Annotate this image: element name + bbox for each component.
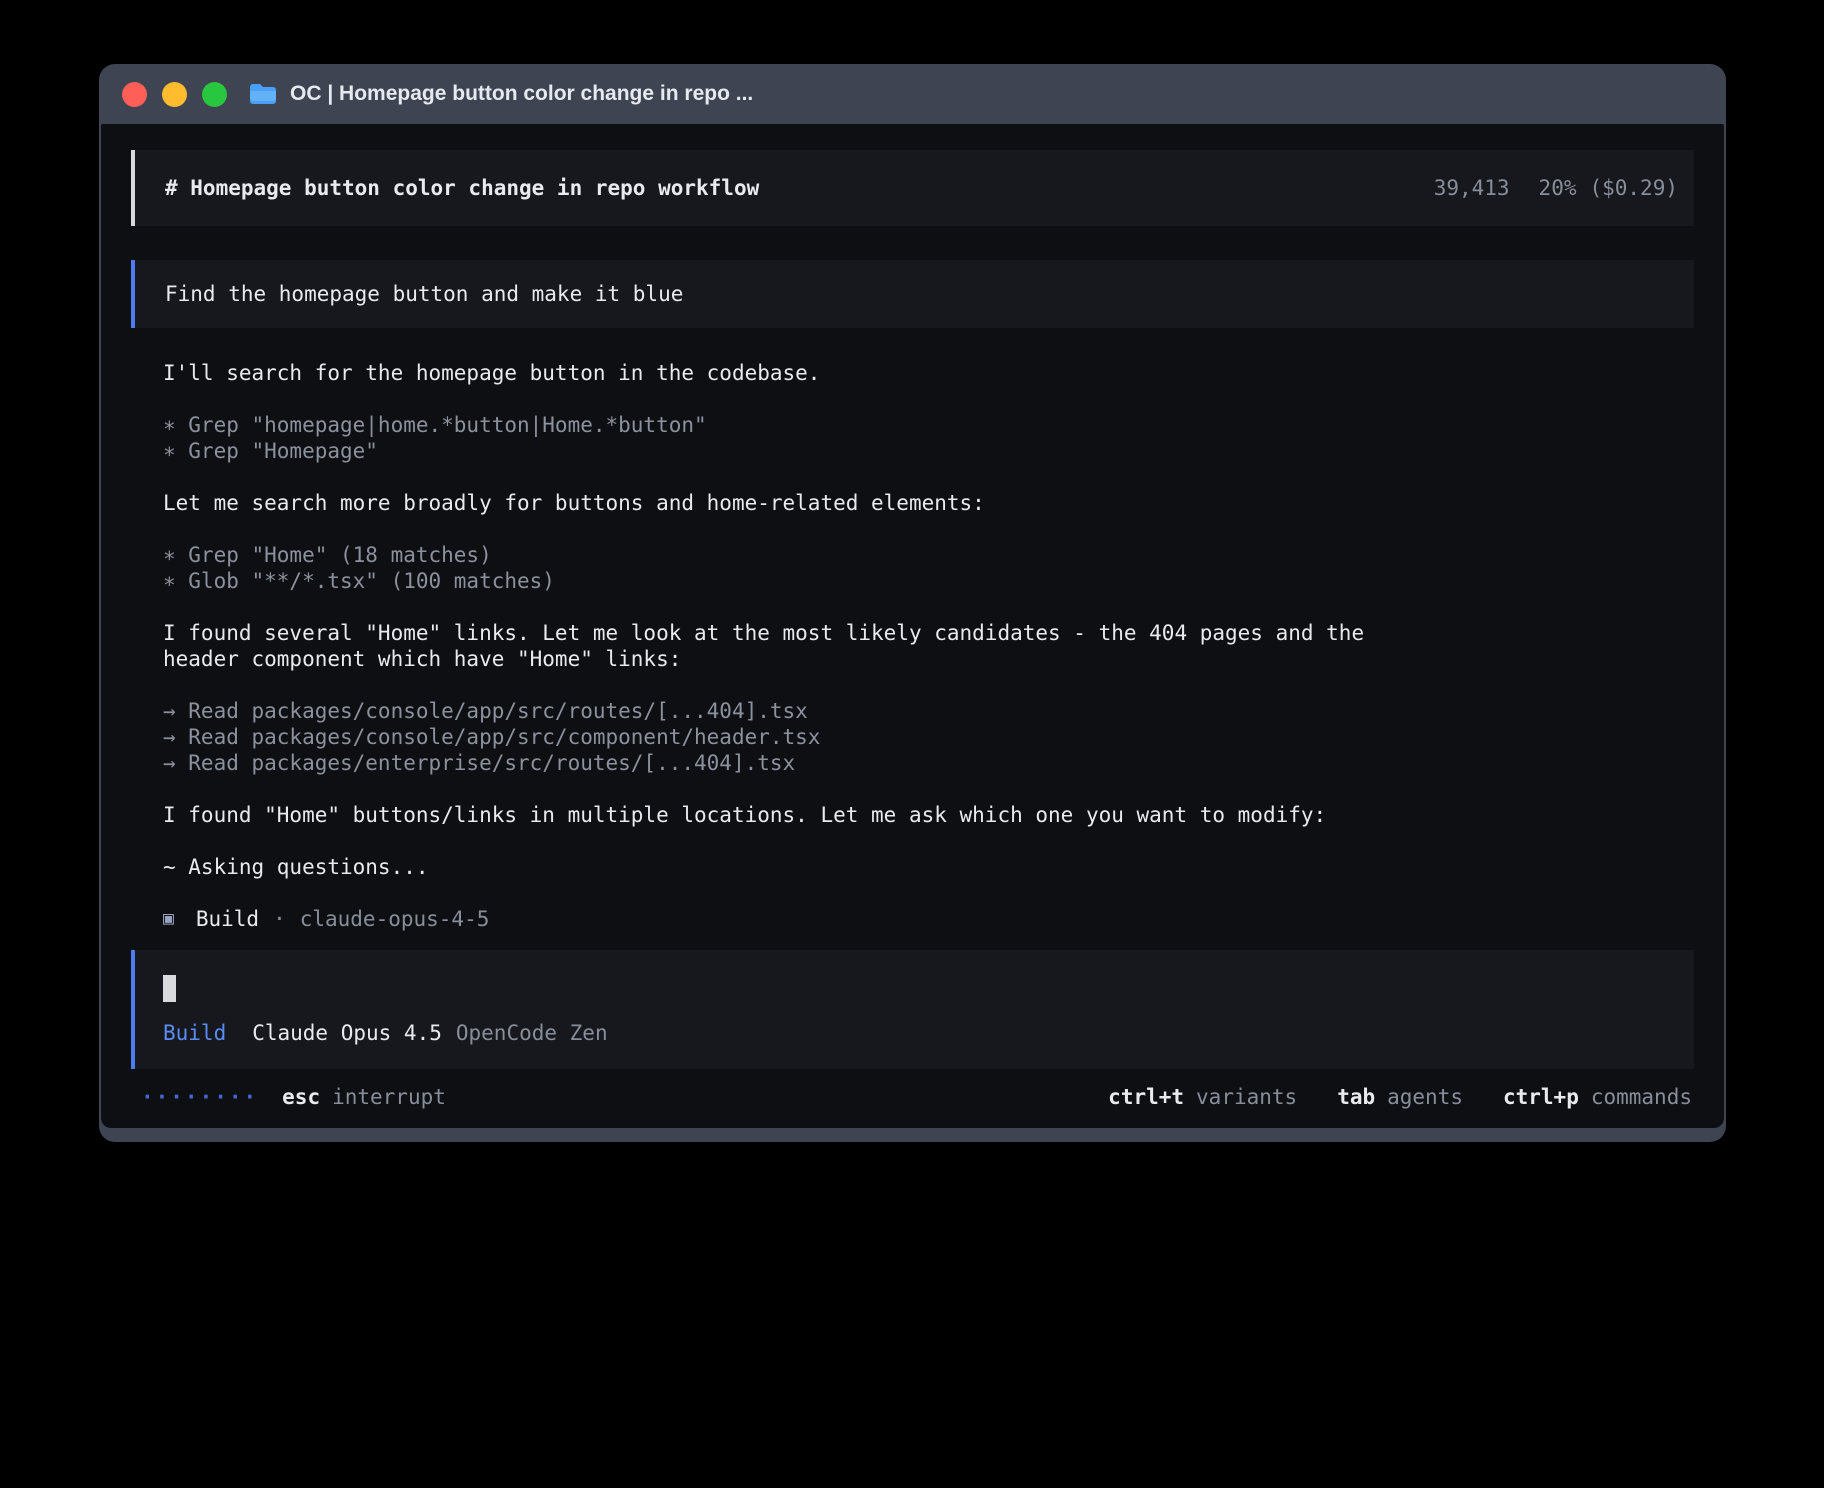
hint-commands: ctrl+p commands — [1503, 1084, 1692, 1110]
session-cost: ($0.29) — [1589, 175, 1678, 201]
input-model: Claude Opus 4.5 — [252, 1020, 442, 1046]
hint-variants: ctrl+t variants — [1108, 1084, 1297, 1110]
terminal-window: OC | Homepage button color change in rep… — [99, 64, 1726, 1142]
assistant-text: I'll search for the homepage button in t… — [163, 360, 1405, 386]
minimize-button[interactable] — [162, 82, 187, 107]
esc-key: esc — [282, 1084, 320, 1110]
input-mode: Build — [163, 1020, 226, 1046]
session-stats: 39,413 20% ($0.29) — [1434, 175, 1678, 201]
user-message-text: Find the homepage button and make it blu… — [165, 281, 683, 307]
agent-model: claude-opus-4-5 — [300, 906, 490, 932]
assistant-text: I found several "Home" links. Let me loo… — [163, 620, 1405, 672]
user-message: Find the homepage button and make it blu… — [131, 260, 1694, 328]
assistant-text: Let me search more broadly for buttons a… — [163, 490, 1405, 516]
window-title-group: OC | Homepage button color change in rep… — [249, 82, 753, 106]
input-provider: OpenCode Zen — [456, 1020, 608, 1046]
terminal-content: # Homepage button color change in repo w… — [101, 124, 1724, 1128]
text-cursor — [163, 975, 176, 1002]
tool-call-read: → Read packages/enterprise/src/routes/[.… — [163, 750, 1405, 776]
tool-call-group: → Read packages/console/app/src/routes/[… — [163, 698, 1405, 776]
session-header: # Homepage button color change in repo w… — [131, 150, 1694, 226]
status-bar: ········ esc interrupt ctrl+t variants t… — [131, 1084, 1694, 1110]
tool-call-glob: ∗ Glob "**/*.tsx" (100 matches) — [163, 568, 1405, 594]
context-percent: 20% — [1539, 175, 1577, 201]
window-title: OC | Homepage button color change in rep… — [290, 82, 753, 106]
close-button[interactable] — [122, 82, 147, 107]
tool-call-grep: ∗ Grep "Home" (18 matches) — [163, 542, 1405, 568]
keyboard-hints: ctrl+t variants tab agents ctrl+p comman… — [1108, 1084, 1692, 1110]
tool-call-read: → Read packages/console/app/src/componen… — [163, 724, 1405, 750]
agent-name: Build — [196, 906, 259, 932]
token-count: 39,413 — [1434, 175, 1510, 201]
tool-call-grep: ∗ Grep "Homepage" — [163, 438, 1405, 464]
hint-agents: tab agents — [1337, 1084, 1463, 1110]
spinner-icon: ········ — [141, 1084, 258, 1110]
tool-call-group: ∗ Grep "Home" (18 matches) ∗ Glob "**/*.… — [163, 542, 1405, 594]
agent-separator: · — [273, 906, 286, 932]
prompt-input[interactable]: Build Claude Opus 4.5 OpenCode Zen — [131, 950, 1694, 1069]
transcript: I'll search for the homepage button in t… — [131, 360, 1694, 932]
tool-call-read: → Read packages/console/app/src/routes/[… — [163, 698, 1405, 724]
agent-icon: ▣ — [163, 906, 174, 932]
session-title: # Homepage button color change in repo w… — [165, 175, 759, 201]
asking-questions-status: ~ Asking questions... — [163, 854, 1405, 880]
traffic-lights — [122, 82, 227, 107]
folder-icon — [249, 83, 277, 105]
agent-status: ▣ Build · claude-opus-4-5 — [163, 906, 1405, 932]
zoom-button[interactable] — [202, 82, 227, 107]
hint-interrupt: esc interrupt — [282, 1084, 446, 1110]
tool-call-grep: ∗ Grep "homepage|home.*button|Home.*butt… — [163, 412, 1405, 438]
titlebar: OC | Homepage button color change in rep… — [99, 64, 1726, 124]
input-meta: Build Claude Opus 4.5 OpenCode Zen — [163, 1020, 1664, 1046]
tool-call-group: ∗ Grep "homepage|home.*button|Home.*butt… — [163, 412, 1405, 464]
assistant-text: I found "Home" buttons/links in multiple… — [163, 802, 1405, 828]
